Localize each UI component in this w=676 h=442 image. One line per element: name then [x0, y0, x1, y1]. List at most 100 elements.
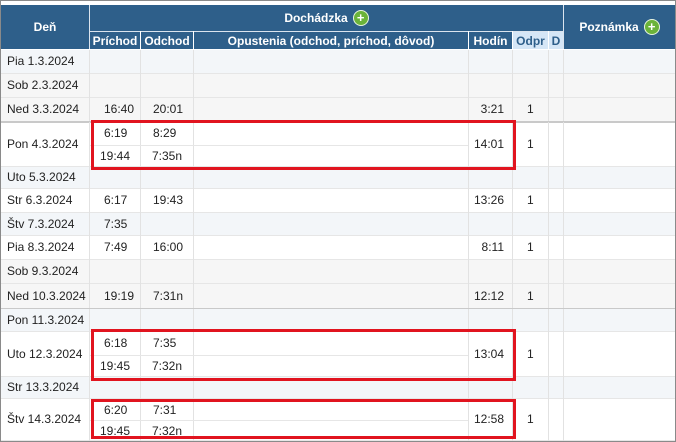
column-divider: [512, 213, 513, 236]
table-row[interactable]: Ned 10.3.2024 19:19 7:31n 12:12 1: [1, 284, 675, 309]
column-divider: [140, 50, 141, 74]
column-divider: [512, 189, 513, 213]
column-divider: [468, 167, 469, 189]
column-divider: [563, 50, 564, 74]
departure-time: 8:29: [153, 126, 177, 140]
column-header-absences[interactable]: Opustenia (odchod, príchod, dôvod): [194, 31, 468, 49]
column-divider: [548, 189, 549, 213]
day-label: Pon 4.3.2024: [7, 137, 79, 151]
day-label: Štv 7.3.2024: [7, 217, 75, 231]
header-divider: [89, 5, 90, 49]
odpr-value: 1: [527, 193, 534, 207]
column-divider: [548, 399, 549, 441]
column-divider: [140, 309, 141, 332]
column-divider: [563, 260, 564, 284]
departure-time: 7:31: [153, 403, 177, 417]
column-divider: [89, 98, 90, 122]
departure-time: 7:35: [153, 336, 177, 350]
departure-time: 7:31n: [153, 289, 184, 303]
table-row[interactable]: Pon 11.3.2024: [1, 309, 675, 332]
column-divider: [563, 213, 564, 236]
column-divider: [89, 260, 90, 284]
column-divider: [468, 377, 469, 399]
column-divider: [512, 260, 513, 284]
column-divider: [140, 98, 141, 122]
column-divider: [468, 332, 469, 377]
column-divider: [193, 50, 194, 74]
day-label: Pia 1.3.2024: [7, 54, 75, 68]
column-divider: [512, 122, 513, 167]
arrival-time: 6:20: [104, 403, 128, 417]
column-divider: [193, 260, 194, 284]
column-divider: [193, 189, 194, 213]
column-divider: [563, 98, 564, 122]
column-divider: [512, 377, 513, 399]
column-divider: [548, 284, 549, 309]
column-divider: [468, 309, 469, 332]
day-label: Uto 12.3.2024: [7, 347, 83, 361]
column-divider: [468, 122, 469, 167]
odpr-value: 1: [527, 102, 534, 116]
column-divider: [89, 213, 90, 236]
day-label: Sob 9.3.2024: [7, 264, 79, 278]
table-row[interactable]: Štv 14.3.2024 6:20 7:31 19:45 7:32n 12:58 1: [1, 399, 675, 441]
column-header-d[interactable]: D: [549, 31, 563, 49]
table-row[interactable]: Ned 3.3.2024 16:40 20:01 3:21 1: [1, 98, 675, 122]
column-divider: [468, 260, 469, 284]
table-row[interactable]: Pia 1.3.2024: [1, 50, 675, 74]
column-divider: [563, 332, 564, 377]
table-row[interactable]: Štv 7.3.2024 7:35: [1, 213, 675, 236]
column-divider: [512, 399, 513, 441]
column-divider: [563, 189, 564, 213]
column-header-departure[interactable]: Odchod: [141, 31, 193, 49]
column-header-arrival[interactable]: Príchod: [90, 31, 140, 49]
table-row[interactable]: Str 13.3.2024: [1, 377, 675, 399]
arrival-time-2: 19:45: [100, 359, 131, 373]
arrival-time: 6:19: [104, 126, 128, 140]
table-row[interactable]: Pia 8.3.2024 7:49 16:00 8:11 1: [1, 236, 675, 260]
column-divider: [548, 98, 549, 122]
hours-value: 14:01: [473, 137, 504, 151]
add-note-plus-icon[interactable]: +: [643, 19, 660, 35]
table-row[interactable]: Sob 9.3.2024: [1, 260, 675, 284]
hours-value: 12:12: [473, 289, 504, 303]
arrival-time: 19:19: [104, 289, 135, 303]
arrival-time-2: 19:45: [100, 424, 131, 438]
column-divider: [193, 98, 194, 122]
column-divider: [89, 236, 90, 260]
column-divider: [193, 284, 194, 309]
column-header-hours[interactable]: Hodín: [469, 31, 512, 49]
day-label: Štv 14.3.2024: [7, 412, 82, 426]
table-row[interactable]: Uto 5.3.2024: [1, 167, 675, 189]
column-header-note-label: Poznámka: [579, 20, 639, 34]
column-header-departure-label: Odchod: [144, 33, 190, 48]
day-label: Ned 3.3.2024: [7, 102, 80, 116]
column-divider: [548, 309, 549, 332]
column-header-attendance-label: Dochádzka: [284, 11, 348, 25]
column-divider: [548, 260, 549, 284]
column-divider: [468, 213, 469, 236]
column-divider: [140, 213, 141, 236]
column-divider: [563, 377, 564, 399]
table-row[interactable]: Sob 2.3.2024: [1, 74, 675, 98]
column-divider: [140, 260, 141, 284]
column-divider: [512, 98, 513, 122]
column-divider: [89, 377, 90, 399]
column-divider: [563, 284, 564, 309]
column-header-attendance: Dochádzka +: [90, 5, 563, 31]
table-row[interactable]: Str 6.3.2024 6:17 19:43 13:26 1: [1, 189, 675, 213]
column-divider: [89, 284, 90, 309]
add-attendance-plus-icon[interactable]: +: [352, 10, 369, 26]
table-row[interactable]: Pon 4.3.2024 6:19 8:29 19:44 7:35n 14:01 1: [1, 122, 675, 167]
column-header-day[interactable]: Deň: [1, 5, 89, 49]
column-divider: [140, 236, 141, 260]
column-divider: [140, 284, 141, 309]
column-divider: [140, 167, 141, 189]
column-divider: [548, 236, 549, 260]
column-header-note: Poznámka +: [564, 5, 675, 49]
column-divider: [548, 122, 549, 167]
column-header-odpr[interactable]: Odpr: [513, 31, 548, 49]
table-row[interactable]: Uto 12.3.2024 6:18 7:35 19:45 7:32n 13:04 1: [1, 332, 675, 377]
column-divider: [140, 74, 141, 98]
column-divider: [468, 236, 469, 260]
